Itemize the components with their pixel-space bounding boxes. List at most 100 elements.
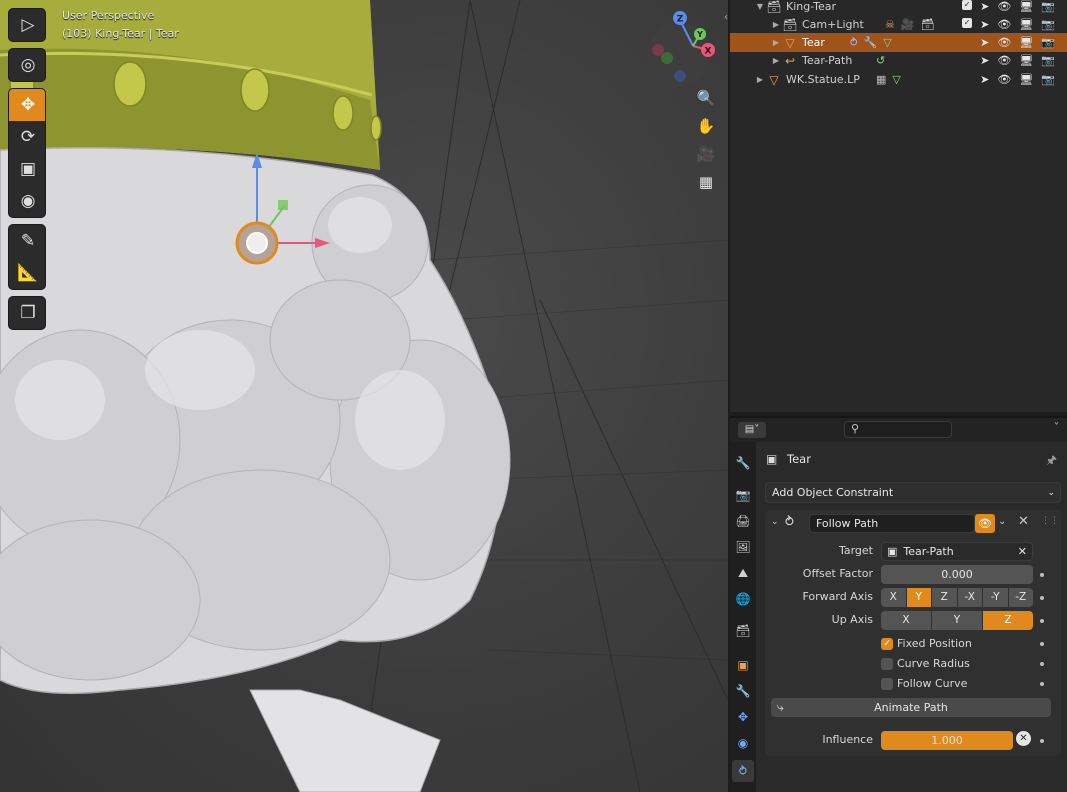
pan-hand-icon[interactable]: ✋ bbox=[694, 114, 718, 138]
render-camera-icon[interactable]: 📷 bbox=[1041, 36, 1055, 49]
add-cube-icon[interactable]: ❐ bbox=[9, 297, 45, 329]
camera-icon[interactable]: 🎥 bbox=[694, 142, 718, 166]
keyframe-dot-icon[interactable] bbox=[1040, 619, 1044, 623]
forward-axis-option-x[interactable]: X bbox=[881, 588, 906, 607]
zoom-icon[interactable]: 🔍 bbox=[694, 86, 718, 110]
checkbox-icon[interactable]: ✓ bbox=[962, 18, 973, 28]
offset-factor-field[interactable]: 0.000 bbox=[881, 565, 1033, 584]
collection-icon: 🗃 bbox=[920, 18, 935, 31]
object-tab-icon[interactable]: ▣ bbox=[732, 654, 754, 676]
options-dropdown-icon[interactable]: ˅ bbox=[1054, 422, 1059, 433]
disable-keep-transform-icon[interactable]: ✕ bbox=[1016, 731, 1031, 746]
navigation-gizmo[interactable]: Z X Y bbox=[640, 6, 725, 88]
monitor-icon[interactable]: 🖥 bbox=[1019, 73, 1033, 86]
influence-slider[interactable]: 1.000 bbox=[881, 731, 1013, 750]
drag-handle-icon[interactable]: ⋮⋮ bbox=[1041, 516, 1059, 526]
clear-x-icon[interactable]: ✕ bbox=[1018, 545, 1027, 558]
move-icon[interactable]: ✥ bbox=[9, 89, 45, 121]
expand-icon[interactable]: ▶ bbox=[770, 20, 782, 29]
scale-icon[interactable]: ▣ bbox=[9, 153, 45, 185]
keyframe-dot-icon[interactable] bbox=[1040, 642, 1044, 646]
outliner-row-tear-path[interactable]: ▶ ↩ Tear-Path ↺ ➤ 👁 🖥 📷 bbox=[730, 51, 1067, 70]
grid-icon[interactable]: ▦ bbox=[694, 170, 718, 194]
expand-icon[interactable]: ▶ bbox=[754, 75, 766, 84]
search-input[interactable]: ⚲ bbox=[844, 421, 952, 438]
selectable-icon[interactable]: ➤ bbox=[980, 54, 989, 67]
editor-type-icon[interactable]: ▤˅ bbox=[738, 422, 766, 438]
constraint-tab-icon[interactable]: ⥁ bbox=[732, 760, 754, 782]
outliner-row-king-tear[interactable]: ▼ 🗃 King-Tear ✓ ➤ 👁 🖥 📷 bbox=[730, 0, 1067, 16]
mesh-data-icon: ▽ bbox=[883, 36, 892, 49]
selectable-icon[interactable]: ➤ bbox=[980, 0, 989, 13]
monitor-icon[interactable]: 🖥 bbox=[1019, 0, 1033, 13]
selectable-icon[interactable]: ➤ bbox=[980, 36, 989, 49]
tool-tab-icon[interactable]: 🔧 bbox=[732, 452, 754, 474]
constraint-name-field[interactable]: Follow Path bbox=[809, 514, 975, 533]
keyframe-dot-icon[interactable] bbox=[1040, 662, 1044, 666]
keyframe-dot-icon[interactable] bbox=[1040, 682, 1044, 686]
render-tab-icon[interactable]: 📷 bbox=[732, 484, 754, 506]
follow-curve-checkbox[interactable] bbox=[881, 678, 893, 690]
outliner-row-statue[interactable]: ▶ ▽ WK.Statue.LP ▦ ▽ ➤ 👁 🖥 📷 bbox=[730, 70, 1067, 89]
pin-icon[interactable]: 🖈 bbox=[1046, 451, 1057, 472]
collection-icon: 🗃 bbox=[766, 0, 782, 14]
output-tab-icon[interactable]: 🖨 bbox=[732, 510, 754, 532]
keyframe-dot-icon[interactable] bbox=[1040, 596, 1044, 600]
up-axis-label: Up Axis bbox=[831, 613, 873, 626]
annotate-icon[interactable]: ✎ bbox=[9, 225, 45, 257]
checkbox-icon[interactable]: ✓ bbox=[962, 0, 973, 10]
expand-icon[interactable]: ▶ bbox=[770, 56, 782, 65]
expand-icon[interactable]: ▶ bbox=[770, 38, 782, 47]
rotate-icon[interactable]: ⟳ bbox=[9, 121, 45, 153]
monitor-icon[interactable]: 🖥 bbox=[1019, 18, 1033, 31]
outliner-row-cam-light[interactable]: ▶ 🗃 Cam+Light ☠ 🎥 🗃 ✓ ➤ 👁 🖥 📷 bbox=[730, 15, 1067, 34]
particles-tab-icon[interactable]: ✥ bbox=[732, 706, 754, 728]
visibility-eye-icon[interactable]: 👁 bbox=[997, 0, 1011, 13]
cursor-icon[interactable]: ◎ bbox=[9, 49, 45, 81]
render-camera-icon[interactable]: 📷 bbox=[1041, 54, 1055, 67]
target-field[interactable]: ▣ Tear-Path ✕ bbox=[881, 542, 1033, 561]
up-axis-option-x[interactable]: X bbox=[881, 611, 931, 630]
up-axis-option-z[interactable]: Z bbox=[983, 611, 1033, 630]
visibility-eye-icon[interactable]: 👁 bbox=[997, 36, 1011, 49]
add-constraint-label: Add Object Constraint bbox=[772, 486, 894, 499]
forward-axis-option-y[interactable]: Y bbox=[906, 588, 931, 607]
select-box-icon[interactable]: ▷ bbox=[9, 9, 45, 41]
visibility-eye-icon[interactable]: 👁 bbox=[997, 73, 1011, 86]
monitor-icon[interactable]: 🖥 bbox=[1019, 36, 1033, 49]
3d-viewport[interactable]: User Perspective (103) King-Tear | Tear … bbox=[0, 0, 728, 792]
enable-eye-icon[interactable]: 👁 bbox=[975, 514, 995, 533]
selectable-icon[interactable]: ➤ bbox=[980, 73, 989, 86]
add-constraint-dropdown[interactable]: Add Object Constraint ⌄ bbox=[765, 482, 1061, 503]
curve-radius-checkbox[interactable] bbox=[881, 658, 893, 670]
keyframe-dot-icon[interactable] bbox=[1040, 573, 1044, 577]
wrench-icon: 🔧 bbox=[863, 36, 878, 49]
render-camera-icon[interactable]: 📷 bbox=[1041, 0, 1055, 13]
collapse-chevron-icon[interactable]: ⌄ bbox=[771, 517, 779, 527]
render-camera-icon[interactable]: 📷 bbox=[1041, 18, 1055, 31]
collapse-region-icon[interactable]: ‹ bbox=[724, 12, 728, 23]
animate-path-button[interactable]: ⤷ Animate Path bbox=[771, 698, 1051, 717]
forward-axis-option-neg-x[interactable]: -X bbox=[957, 588, 982, 607]
visibility-eye-icon[interactable]: 👁 bbox=[997, 18, 1011, 31]
measure-icon[interactable]: 📐 bbox=[9, 257, 45, 289]
follow-curve-label: Follow Curve bbox=[897, 677, 968, 690]
visibility-eye-icon[interactable]: 👁 bbox=[997, 54, 1011, 67]
transform-icon[interactable]: ◉ bbox=[9, 185, 45, 217]
gizmo-z-label: Z bbox=[677, 15, 684, 25]
forward-axis-option-z[interactable]: Z bbox=[932, 588, 957, 607]
data-tab-icon[interactable]: ▽ bbox=[732, 786, 754, 792]
forward-axis-option-neg-y[interactable]: -Y bbox=[983, 588, 1008, 607]
forward-axis-option-neg-z[interactable]: -Z bbox=[1008, 588, 1033, 607]
expand-icon[interactable]: ▼ bbox=[754, 2, 766, 11]
keyframe-dot-icon[interactable] bbox=[1040, 739, 1044, 743]
monitor-icon[interactable]: 🖥 bbox=[1019, 54, 1033, 67]
modifier-tab-icon[interactable]: 🔧 bbox=[732, 680, 754, 702]
fixed-position-checkbox[interactable]: ✓ bbox=[881, 638, 893, 650]
outliner-row-tear[interactable]: ▶ ▽ Tear ⥁ 🔧 ▽ ➤ 👁 🖥 📷 bbox=[730, 33, 1067, 52]
up-axis-option-y[interactable]: Y bbox=[932, 611, 982, 630]
remove-x-icon[interactable]: ✕ bbox=[1018, 514, 1029, 529]
dropdown-chevron-icon[interactable]: ⌄ bbox=[998, 516, 1006, 527]
selectable-icon[interactable]: ➤ bbox=[980, 18, 989, 31]
render-camera-icon[interactable]: 📷 bbox=[1041, 73, 1055, 86]
